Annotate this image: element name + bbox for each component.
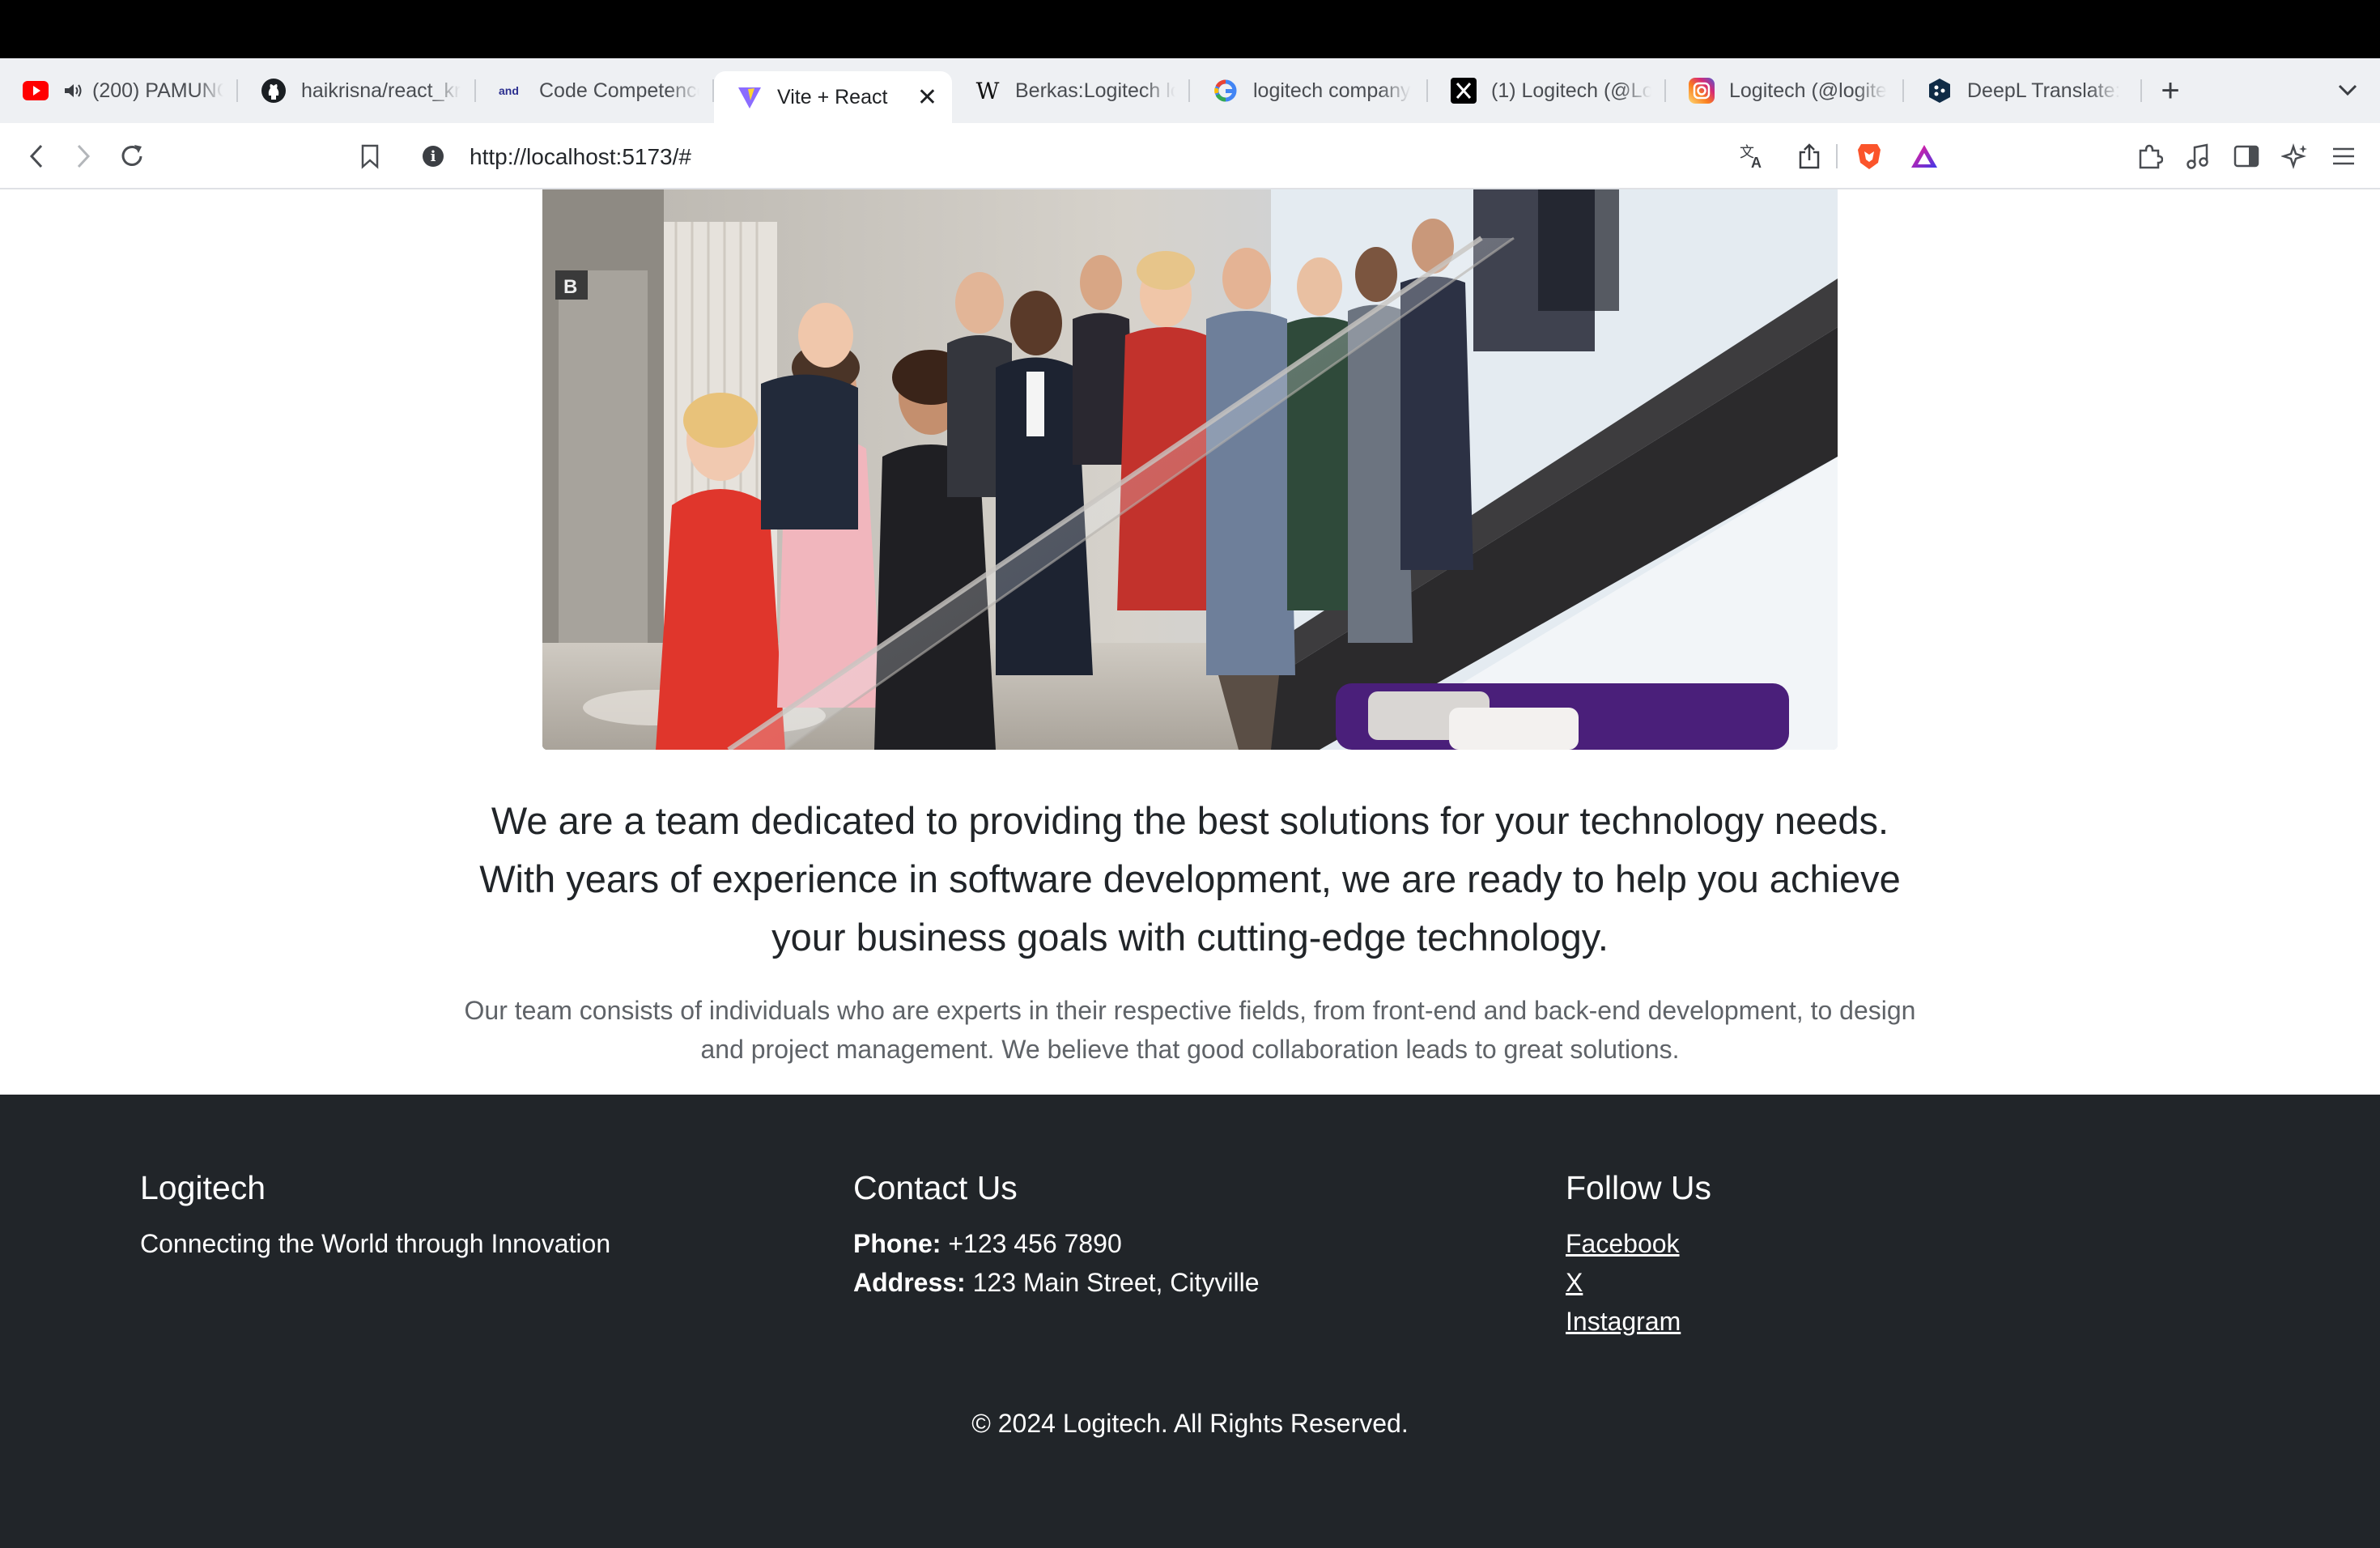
- github-icon: [261, 78, 287, 104]
- footer-follow-title: Follow Us: [1566, 1169, 1711, 1206]
- system-top-bar: [0, 0, 2380, 58]
- menu-icon[interactable]: [2327, 139, 2361, 173]
- url-text[interactable]: http://localhost:5173/#: [470, 144, 691, 170]
- media-music-icon[interactable]: [2181, 139, 2215, 173]
- svg-text:B: B: [563, 276, 577, 298]
- new-tab-button[interactable]: +: [2142, 65, 2199, 117]
- sidebar-toggle-icon[interactable]: [2229, 139, 2263, 173]
- reload-icon[interactable]: [115, 139, 149, 173]
- translate-icon[interactable]: 文A: [1736, 139, 1770, 173]
- phone-label: Phone:: [853, 1229, 941, 1258]
- x-link[interactable]: X: [1566, 1263, 1583, 1302]
- extensions-icon[interactable]: [2132, 139, 2166, 173]
- address-label: Address:: [853, 1268, 966, 1297]
- instagram-link[interactable]: Instagram: [1566, 1302, 1711, 1341]
- tab-google[interactable]: logitech company: [1190, 65, 1428, 117]
- instagram-icon: [1689, 78, 1715, 104]
- bookmark-icon[interactable]: [353, 139, 387, 173]
- leo-ai-icon[interactable]: [2278, 139, 2312, 173]
- wikipedia-icon: W: [975, 77, 1000, 104]
- tab-label: (200) PAMUNG: [92, 79, 223, 102]
- toolbar-divider: [1836, 144, 1838, 168]
- tab-label: DeepL Translate:: [1967, 79, 2121, 102]
- tab-label: (1) Logitech (@Lo: [1491, 79, 1651, 102]
- phone-value: +123 456 7890: [948, 1229, 1122, 1258]
- tab-youtube[interactable]: (200) PAMUNG: [0, 65, 238, 117]
- tab-code-competence[interactable]: and Code Competence: [476, 65, 714, 117]
- speaker-icon[interactable]: [63, 78, 84, 104]
- team-photo: B: [542, 189, 1838, 750]
- youtube-icon: [23, 78, 49, 104]
- alterra-icon: and: [499, 78, 525, 104]
- svg-text:and: and: [499, 84, 519, 97]
- google-icon: [1213, 78, 1239, 104]
- tab-wikipedia[interactable]: W Berkas:Logitech lo: [952, 65, 1190, 117]
- footer-brand: Logitech Connecting the World through In…: [140, 1167, 610, 1263]
- browser-toolbar: i http://localhost:5173/# 文A: [0, 123, 2380, 189]
- footer-tagline: Connecting the World through Innovation: [140, 1229, 611, 1258]
- tab-x[interactable]: (1) Logitech (@Lo: [1428, 65, 1666, 117]
- tab-label: Vite + React: [777, 85, 888, 108]
- footer-address: Address: 123 Main Street, Cityville: [853, 1263, 1260, 1302]
- facebook-link[interactable]: Facebook: [1566, 1224, 1711, 1263]
- close-tab-icon[interactable]: ✕: [917, 83, 937, 112]
- team-description: Our team consists of individuals who are…: [464, 996, 1916, 1064]
- site-footer: Logitech Connecting the World through In…: [0, 1095, 2380, 1548]
- x-icon: [1451, 78, 1477, 104]
- footer-contact: Contact Us Phone: +123 456 7890 Address:…: [853, 1167, 1260, 1302]
- footer-phone: Phone: +123 456 7890: [853, 1224, 1260, 1263]
- share-icon[interactable]: [1792, 139, 1826, 173]
- tab-label: haikrisna/react_kr: [301, 79, 461, 102]
- mission-statement: We are a team dedicated to providing the…: [479, 799, 1901, 959]
- tab-label: Code Competence: [539, 79, 699, 102]
- brave-rewards-icon[interactable]: [1907, 139, 1941, 173]
- copyright-text: © 2024 Logitech. All Rights Reserved.: [971, 1409, 1409, 1438]
- tab-deepl[interactable]: DeepL Translate:: [1904, 65, 2142, 117]
- chevron-down-icon[interactable]: [2331, 78, 2364, 102]
- footer-contact-title: Contact Us: [853, 1169, 1018, 1206]
- tab-instagram[interactable]: Logitech (@logite: [1666, 65, 1904, 117]
- brave-shields-icon[interactable]: [1852, 139, 1886, 173]
- address-bar[interactable]: i http://localhost:5173/# 文A: [406, 131, 1970, 181]
- site-info-icon[interactable]: i: [423, 146, 444, 167]
- tab-label: Berkas:Logitech lo: [1015, 79, 1175, 102]
- footer-follow: Follow Us Facebook X Instagram: [1566, 1167, 1711, 1341]
- vite-icon: [737, 84, 763, 110]
- tab-label: Logitech (@logite: [1729, 79, 1887, 102]
- tab-label: logitech company: [1253, 79, 1411, 102]
- forward-arrow-icon[interactable]: [66, 139, 100, 173]
- svg-text:A: A: [1751, 155, 1762, 170]
- tab-vite-react[interactable]: Vite + React ✕: [714, 71, 952, 123]
- tab-github[interactable]: haikrisna/react_kr: [238, 65, 476, 117]
- back-arrow-icon[interactable]: [19, 139, 53, 173]
- footer-brand-title: Logitech: [140, 1169, 266, 1206]
- tab-strip: (200) PAMUNG haikrisna/react_kr and Code…: [0, 58, 2380, 123]
- address-value: 123 Main Street, Cityville: [972, 1268, 1260, 1297]
- tab-divider: [2140, 79, 2142, 102]
- deepl-icon: [1927, 78, 1953, 104]
